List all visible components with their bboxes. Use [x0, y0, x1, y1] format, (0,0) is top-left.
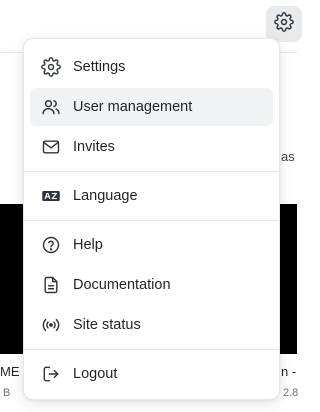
logout-icon	[40, 363, 62, 385]
menu-item-label: Invites	[73, 139, 115, 155]
users-icon	[40, 96, 62, 118]
menu-item-label: Language	[73, 188, 138, 204]
broadcast-icon	[40, 314, 62, 336]
menu-item-label: Settings	[73, 59, 126, 75]
document-icon	[40, 274, 62, 296]
menu-item-logout[interactable]: Logout	[30, 355, 273, 393]
menu-item-language[interactable]: Language	[30, 177, 273, 215]
menu-divider	[24, 349, 279, 350]
menu-item-user-management[interactable]: User management	[30, 88, 273, 126]
background-card-title-right: n -	[281, 364, 297, 379]
mail-icon	[40, 136, 62, 158]
language-icon	[40, 185, 62, 207]
background-card-meta-right: 2.8	[283, 387, 299, 399]
menu-divider	[24, 220, 279, 221]
menu-item-label: User management	[73, 99, 193, 115]
menu-item-label: Logout	[73, 366, 118, 382]
menu-item-documentation[interactable]: Documentation	[30, 266, 273, 304]
menu-item-label: Site status	[73, 317, 141, 333]
menu-item-settings[interactable]: Settings	[30, 48, 273, 86]
menu-item-help[interactable]: Help	[30, 226, 273, 264]
menu-item-site-status[interactable]: Site status	[30, 306, 273, 344]
menu-divider	[24, 171, 279, 172]
gear-icon	[40, 56, 62, 78]
user-dropdown-menu: Settings User management Invites Languag…	[23, 38, 280, 400]
background-card-meta: B	[3, 387, 11, 399]
menu-item-invites[interactable]: Invites	[30, 128, 273, 166]
background-text: as	[281, 149, 295, 164]
menu-item-label: Documentation	[73, 277, 171, 293]
menu-item-label: Help	[73, 237, 103, 253]
gear-icon	[274, 11, 294, 37]
help-circle-icon	[40, 234, 62, 256]
background-card-title: ME	[0, 364, 20, 379]
settings-gear-button[interactable]	[266, 6, 302, 42]
